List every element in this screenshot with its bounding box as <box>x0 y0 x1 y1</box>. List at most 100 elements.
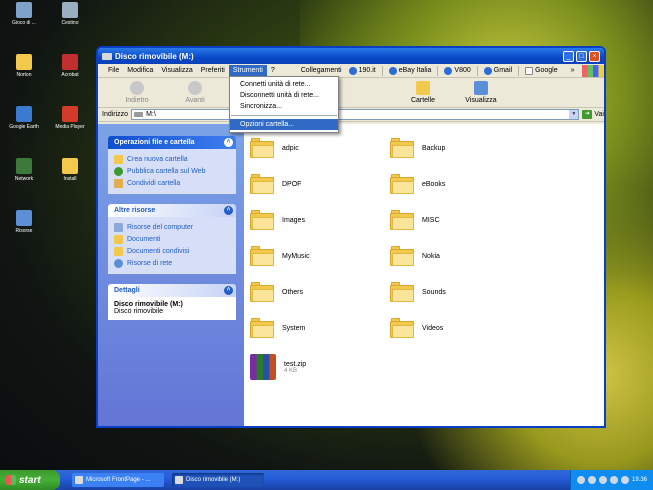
folder-icon <box>250 138 274 158</box>
desktop-icon[interactable]: Norton <box>4 54 44 78</box>
start-button[interactable]: start <box>0 470 60 490</box>
title-bar[interactable]: Disco rimovibile (M:) _ □ × <box>98 48 604 64</box>
menu-visualizza[interactable]: Visualizza <box>157 65 196 77</box>
folder-item[interactable]: DPOF <box>250 174 301 194</box>
folder-icon <box>250 318 274 338</box>
menu-disconnect-network-drive[interactable]: Disconnetti unità di rete... <box>230 90 338 101</box>
details-type: Disco rimovibile <box>114 308 164 315</box>
minimize-button[interactable]: _ <box>563 50 574 62</box>
file-tasks-header[interactable]: Operazioni file e cartella ˄ <box>108 136 236 149</box>
other-places-panel: Altre risorse ˄ Risorse del computer Docu… <box>108 204 236 274</box>
link-google[interactable]: Google <box>522 66 561 75</box>
back-button[interactable]: Indietro <box>108 81 166 104</box>
views-button[interactable]: Visualizza <box>452 81 510 104</box>
menu-folder-options[interactable]: Opzioni cartella... <box>230 119 338 130</box>
link-ebay[interactable]: eBay Italia <box>386 66 435 75</box>
close-button[interactable]: × <box>589 50 600 62</box>
folder-icon <box>390 282 414 302</box>
tray-icon[interactable] <box>620 476 629 484</box>
link-gmail[interactable]: Gmail <box>481 66 515 75</box>
file-name: MyMusic <box>282 252 310 260</box>
task-publish-web[interactable]: Pubblica cartella sul Web <box>114 165 230 177</box>
desktop-icon[interactable]: Gioco di ... <box>4 2 44 26</box>
folder-icon <box>250 246 274 266</box>
globe-icon <box>388 66 397 75</box>
address-dropdown-button[interactable]: ▼ <box>569 110 579 119</box>
link-190[interactable]: 190.it <box>346 66 379 75</box>
file-item[interactable]: test.zip 4 KB <box>250 354 306 380</box>
desktop-shortcut-icon <box>62 106 78 122</box>
desktop-icon-label: Norton <box>16 72 32 78</box>
file-tasks-panel: Operazioni file e cartella ˄ Crea nuova c… <box>108 136 236 194</box>
menu-preferiti[interactable]: Preferiti <box>197 65 229 77</box>
task-share-folder[interactable]: Condividi cartella <box>114 177 230 189</box>
links-label[interactable]: Collegamenti <box>297 65 346 77</box>
menu-bar: File Modifica Visualizza Preferiti Strum… <box>98 64 604 78</box>
menu-file[interactable]: File <box>104 65 123 77</box>
desktop-icon[interactable]: Acrobat <box>50 54 90 78</box>
collapse-icon[interactable]: ˄ <box>224 138 233 147</box>
desktop-icon[interactable]: Media Player <box>50 106 90 130</box>
details-name: Disco rimovibile (M:) <box>114 301 183 308</box>
folder-item[interactable]: adpic <box>250 138 299 158</box>
menu-modifica[interactable]: Modifica <box>123 65 157 77</box>
desktop-icon[interactable]: Network <box>4 158 44 182</box>
menu-map-network-drive[interactable]: Connetti unità di rete... <box>230 79 338 90</box>
taskbar-frontpage[interactable]: Microsoft FrontPage - ... <box>72 473 164 487</box>
tray-icon[interactable] <box>609 476 618 484</box>
tray-icon[interactable] <box>587 476 596 484</box>
maximize-button[interactable]: □ <box>576 50 587 62</box>
file-name: test.zip <box>284 360 307 368</box>
task-new-folder[interactable]: Crea nuova cartella <box>114 153 230 165</box>
desktop-icon-label: Network <box>14 176 34 182</box>
other-places-header[interactable]: Altre risorse ˄ <box>108 204 236 217</box>
go-arrow-icon: ➜ <box>582 110 593 119</box>
desktop-icon[interactable]: Install <box>50 158 90 182</box>
desktop-icon-label: Install <box>63 176 77 182</box>
taskbar-explorer[interactable]: Disco rimovibile (M:) <box>172 473 264 487</box>
folder-item[interactable]: Backup <box>390 138 445 158</box>
place-network[interactable]: Risorse di rete <box>114 257 230 269</box>
folders-button[interactable]: Cartelle <box>394 81 452 104</box>
menu-help[interactable]: ? <box>267 65 279 77</box>
desktop-icon[interactable]: Risorse <box>4 210 44 234</box>
folder-item[interactable]: Images <box>250 210 305 230</box>
tray-icon[interactable] <box>576 476 585 484</box>
folder-item[interactable]: Sounds <box>390 282 446 302</box>
folder-item[interactable]: Videos <box>390 318 443 338</box>
menu-separator <box>231 115 337 116</box>
folder-item[interactable]: MISC <box>390 210 440 230</box>
details-header[interactable]: Dettagli ˄ <box>108 284 236 297</box>
go-button[interactable]: ➜ Vai <box>582 110 604 119</box>
place-shared-documents[interactable]: Documenti condivisi <box>114 245 230 257</box>
clock[interactable]: 19.36 <box>632 477 647 483</box>
file-name: Images <box>282 216 305 224</box>
collapse-icon[interactable]: ˄ <box>224 206 233 215</box>
address-input[interactable]: M:\ ▼ <box>131 109 580 120</box>
folder-icon <box>390 174 414 194</box>
drive-icon <box>102 52 112 60</box>
file-list: adpic Backup DPOF eBooks Images MISC MyMusic No… <box>244 124 604 426</box>
folder-item[interactable]: MyMusic <box>250 246 310 266</box>
zip-archive-icon <box>250 354 276 380</box>
desktop-icon[interactable]: Google Earth <box>4 106 44 130</box>
menu-synchronize[interactable]: Sincronizza... <box>230 101 338 112</box>
place-my-computer[interactable]: Risorse del computer <box>114 221 230 233</box>
folder-item[interactable]: System <box>250 318 305 338</box>
chevron-more-icon[interactable]: » <box>571 67 575 74</box>
globe-icon <box>348 66 357 75</box>
tray-icon[interactable] <box>598 476 607 484</box>
desktop-icon[interactable]: Cestino <box>50 2 90 26</box>
computer-icon <box>114 222 123 232</box>
folder-item[interactable]: eBooks <box>390 174 445 194</box>
folder-item[interactable]: Others <box>250 282 303 302</box>
explorer-window: Disco rimovibile (M:) _ □ × File Modific… <box>96 46 606 428</box>
place-documents[interactable]: Documenti <box>114 233 230 245</box>
collapse-icon[interactable]: ˄ <box>224 286 233 295</box>
forward-arrow-icon <box>188 81 202 95</box>
folder-icon <box>390 318 414 338</box>
forward-button[interactable]: Avanti <box>166 81 224 104</box>
menu-strumenti[interactable]: Strumenti <box>228 64 267 77</box>
folder-item[interactable]: Nokia <box>390 246 440 266</box>
link-v800[interactable]: V800 <box>441 66 473 75</box>
